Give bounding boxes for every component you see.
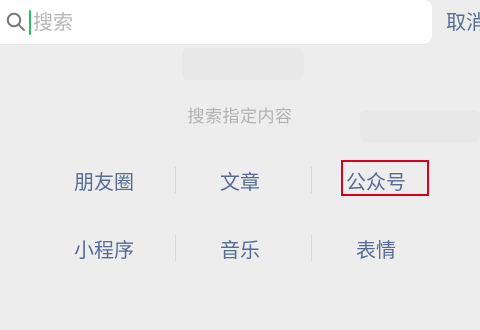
search-input[interactable]	[33, 7, 413, 37]
category-articles[interactable]: 文章	[172, 150, 308, 210]
highlight-box	[341, 160, 429, 196]
divider	[175, 167, 176, 193]
text-cursor	[29, 10, 31, 35]
divider	[311, 167, 312, 193]
divider	[311, 235, 312, 261]
search-bar	[0, 0, 432, 44]
divider	[175, 235, 176, 261]
section-title: 搜索指定内容	[187, 107, 293, 127]
cancel-button[interactable]: 取消	[446, 6, 480, 38]
search-icon	[6, 12, 25, 31]
category-mini-programs[interactable]: 小程序	[36, 218, 172, 278]
category-stickers[interactable]: 表情	[308, 218, 444, 278]
category-music[interactable]: 音乐	[172, 218, 308, 278]
category-moments[interactable]: 朋友圈	[36, 150, 172, 210]
background-blur	[182, 48, 304, 80]
